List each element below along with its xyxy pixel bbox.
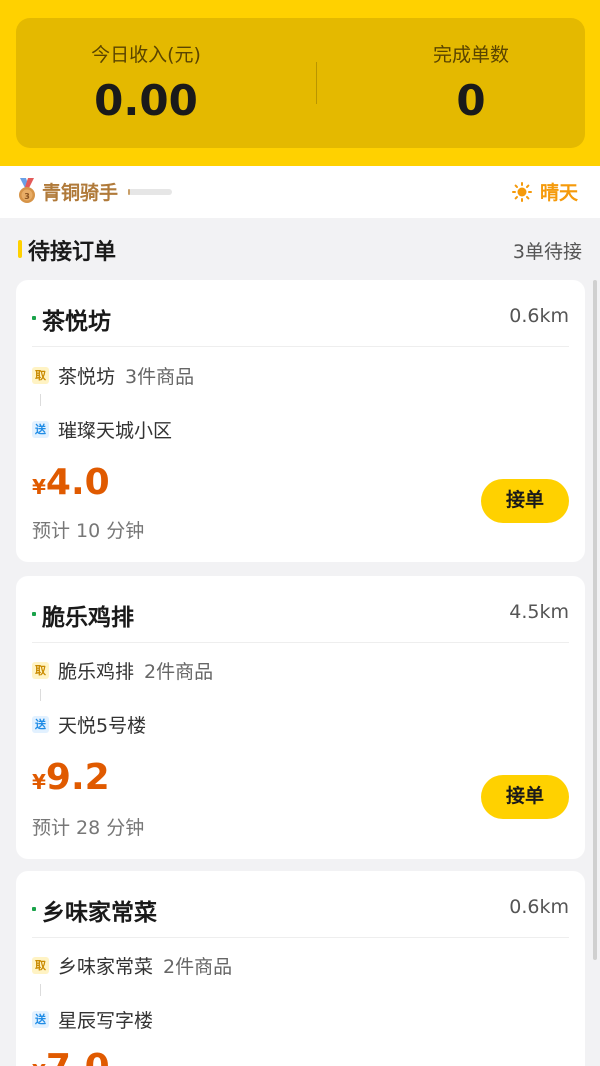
weather-label: 晴天 [539, 182, 578, 204]
header-banner: 今日收入(元) 0.00 完成单数 0 [0, 0, 600, 166]
order-distance: 4.5km [509, 601, 569, 623]
price-amount: 9.2 [45, 757, 110, 798]
order-price: ¥4.0 [32, 462, 110, 503]
orders-label: 完成单数 [432, 44, 509, 66]
item-count: 2件商品 [163, 956, 233, 978]
route-line [40, 984, 41, 996]
dropoff-address: 星辰写字楼 [58, 1010, 154, 1032]
pickup-name: 乡味家常菜 [58, 956, 154, 978]
accept-order-button[interactable]: 接单 [481, 479, 569, 523]
currency-symbol: ¥ [32, 1060, 46, 1066]
shop-dot-icon [32, 907, 36, 911]
stats-divider [316, 62, 317, 104]
currency-symbol: ¥ [32, 770, 46, 794]
dropoff-tag-icon: 送 [32, 421, 49, 438]
pickup-info: 茶悦坊 3件商品 [58, 362, 194, 389]
dropoff-address: 璀璨天城小区 [58, 420, 173, 442]
shop-name: 茶悦坊 [42, 309, 111, 335]
order-price: ¥7.0 [32, 1047, 110, 1066]
currency-symbol: ¥ [32, 475, 46, 499]
orders-value: 0 [456, 76, 486, 125]
sun-icon [512, 182, 532, 202]
rider-status-bar: 3 青铜骑手 晴天 [0, 166, 600, 218]
pending-count: 3单待接 [512, 241, 582, 263]
order-price: ¥9.2 [32, 757, 110, 798]
order-eta: 预计 28 分钟 [32, 817, 145, 839]
stats-card: 今日收入(元) 0.00 完成单数 0 [16, 18, 585, 148]
route-line [40, 689, 41, 701]
shop-dot-icon [32, 316, 36, 320]
shop-name: 脆乐鸡排 [42, 605, 134, 631]
rider-level: 青铜骑手 [42, 182, 119, 204]
card-divider [32, 937, 569, 938]
pickup-tag-icon: 取 [32, 367, 49, 384]
price-amount: 4.0 [45, 462, 110, 503]
level-progress-fill [128, 189, 131, 195]
section-title: 待接订单 [28, 240, 117, 265]
level-progress-bar [128, 189, 172, 195]
order-card[interactable]: 茶悦坊 0.6km 取 茶悦坊 3件商品 送 璀璨天城小区 ¥4.0 预计 10 … [16, 280, 585, 562]
pickup-tag-icon: 取 [32, 662, 49, 679]
pickup-name: 脆乐鸡排 [58, 661, 135, 683]
shop-dot-icon [32, 612, 36, 616]
accept-order-button[interactable]: 接单 [481, 775, 569, 819]
price-amount: 7.0 [46, 1047, 110, 1066]
section-marker [18, 240, 22, 258]
order-eta: 预计 10 分钟 [32, 520, 145, 542]
card-divider [32, 346, 569, 347]
svg-text:3: 3 [24, 192, 30, 201]
pickup-info: 脆乐鸡排 2件商品 [58, 657, 213, 684]
orders-stat: 完成单数 0 [341, 18, 600, 148]
order-distance: 0.6km [509, 305, 569, 327]
scrollbar[interactable] [593, 280, 597, 960]
card-divider [32, 642, 569, 643]
pickup-tag-icon: 取 [32, 957, 49, 974]
income-stat: 今日收入(元) 0.00 [16, 18, 276, 148]
medal-icon: 3 [19, 178, 35, 203]
order-distance: 0.6km [509, 896, 569, 918]
pending-orders-header: 待接订单 3单待接 [0, 218, 600, 280]
pickup-name: 茶悦坊 [58, 366, 116, 388]
shop-name: 乡味家常菜 [42, 900, 157, 926]
income-value: 0.00 [94, 76, 198, 125]
item-count: 3件商品 [125, 366, 195, 388]
dropoff-address: 天悦5号楼 [58, 715, 147, 737]
income-label: 今日收入(元) [91, 44, 201, 66]
order-card[interactable]: 脆乐鸡排 4.5km 取 脆乐鸡排 2件商品 送 天悦5号楼 ¥9.2 预计 28… [16, 576, 585, 859]
route-line [40, 394, 41, 406]
order-card[interactable]: 乡味家常菜 0.6km 取 乡味家常菜 2件商品 送 星辰写字楼 ¥7.0 [16, 871, 585, 1066]
dropoff-tag-icon: 送 [32, 716, 49, 733]
pickup-info: 乡味家常菜 2件商品 [58, 952, 232, 979]
dropoff-tag-icon: 送 [32, 1011, 49, 1028]
item-count: 2件商品 [144, 661, 214, 683]
